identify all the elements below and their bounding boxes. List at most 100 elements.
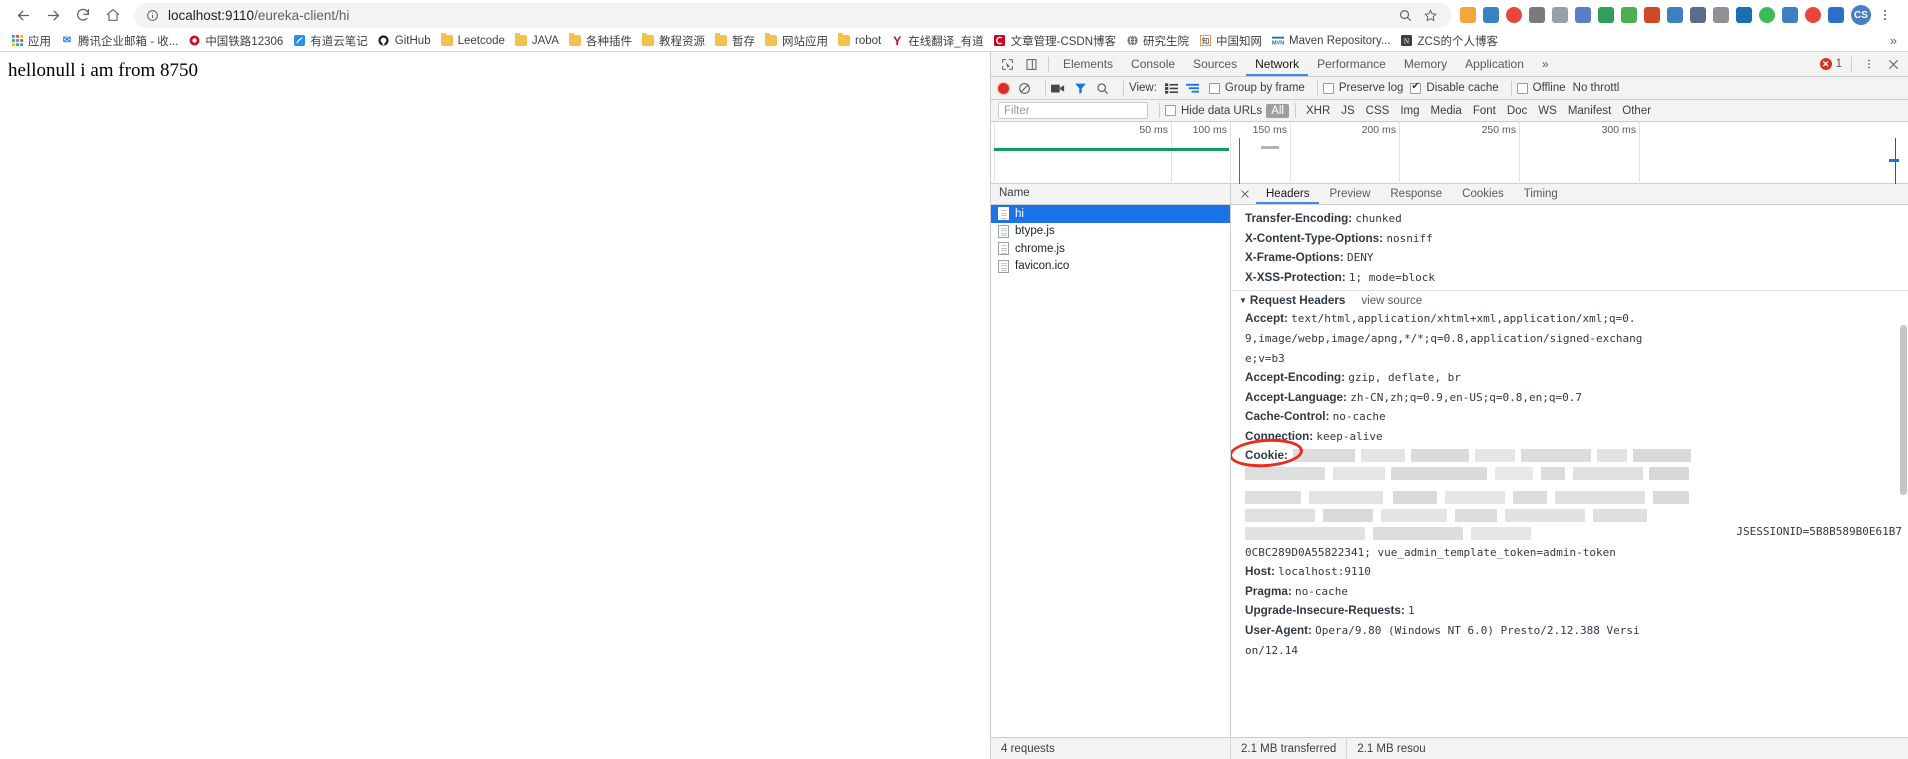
offline-checkbox[interactable]: Offline: [1516, 82, 1566, 94]
search-icon[interactable]: [1096, 82, 1109, 95]
address-bar[interactable]: localhost:9110/eureka-client/hi: [134, 2, 1452, 28]
bookmark-item[interactable]: 教程资源: [638, 31, 711, 51]
extension-icon-7[interactable]: [1598, 7, 1614, 23]
filter-type-all[interactable]: All: [1266, 103, 1289, 118]
view-waterfall-icon[interactable]: [1184, 80, 1202, 96]
bookmarks-overflow-button[interactable]: »: [1890, 33, 1901, 48]
close-icon[interactable]: [1881, 53, 1905, 75]
filter-type-css[interactable]: CSS: [1361, 104, 1395, 118]
tab-application[interactable]: Application: [1456, 52, 1533, 76]
detail-scrollbar[interactable]: [1899, 205, 1908, 737]
close-detail-icon[interactable]: [1234, 184, 1256, 204]
kebab-menu-icon[interactable]: [1857, 53, 1881, 75]
request-row-btype[interactable]: btype.js: [991, 223, 1230, 241]
tab-elements[interactable]: Elements: [1054, 52, 1122, 76]
request-row-chrome[interactable]: chrome.js: [991, 240, 1230, 258]
bookmark-item[interactable]: 各种插件: [565, 31, 638, 51]
network-overview-timeline[interactable]: 50 ms 100 ms 150 ms 200 ms 250 ms 300 ms: [991, 122, 1908, 184]
bookmark-item[interactable]: JAVA: [511, 33, 565, 49]
chrome-menu-icon[interactable]: [1878, 8, 1892, 22]
request-row-favicon[interactable]: favicon.ico: [991, 258, 1230, 276]
detail-tab-headers[interactable]: Headers: [1256, 184, 1320, 204]
preserve-log-checkbox[interactable]: Preserve log: [1322, 82, 1403, 94]
screenshot-camera-icon[interactable]: [1051, 83, 1065, 94]
request-row-hi[interactable]: hi: [991, 205, 1230, 223]
bookmark-item[interactable]: ✉ 腾讯企业邮箱 - 收...: [57, 31, 184, 51]
group-by-frame-checkbox[interactable]: Group by frame: [1208, 82, 1305, 94]
filter-input[interactable]: Filter: [998, 102, 1148, 119]
zoom-search-icon[interactable]: [1398, 8, 1413, 23]
extension-icon-8[interactable]: [1621, 7, 1637, 23]
bookmark-item[interactable]: N ZCS的个人博客: [1396, 31, 1504, 51]
detail-tab-response[interactable]: Response: [1380, 184, 1452, 204]
clear-button[interactable]: [1018, 82, 1031, 95]
filter-type-other[interactable]: Other: [1617, 104, 1656, 118]
extension-icon-11[interactable]: [1690, 7, 1706, 23]
bookmark-item[interactable]: 中国铁路12306: [184, 31, 289, 51]
more-tabs-button[interactable]: »: [1533, 52, 1558, 76]
extension-icon-17[interactable]: [1828, 7, 1844, 23]
extension-icon-6[interactable]: [1575, 7, 1591, 23]
filter-type-js[interactable]: JS: [1336, 104, 1359, 118]
record-button[interactable]: [998, 82, 1009, 94]
filter-type-ws[interactable]: WS: [1533, 104, 1562, 118]
filter-type-img[interactable]: Img: [1395, 104, 1424, 118]
filter-type-font[interactable]: Font: [1468, 104, 1501, 118]
extension-icon-12[interactable]: [1713, 7, 1729, 23]
bookmark-item[interactable]: 研究生院: [1122, 31, 1195, 51]
extension-icon-16[interactable]: [1805, 7, 1821, 23]
tab-performance[interactable]: Performance: [1308, 52, 1395, 76]
inspect-element-icon[interactable]: [995, 53, 1019, 75]
back-button[interactable]: [8, 0, 38, 30]
extension-icon-14[interactable]: [1759, 7, 1775, 23]
detail-tab-preview[interactable]: Preview: [1319, 184, 1380, 204]
bookmark-item[interactable]: 有道云笔记: [289, 31, 374, 51]
extension-icon-9[interactable]: [1644, 7, 1660, 23]
bookmark-item[interactable]: robot: [834, 33, 887, 49]
extension-icon-3[interactable]: [1506, 7, 1522, 23]
detail-tab-timing[interactable]: Timing: [1514, 184, 1568, 204]
extension-icon-15[interactable]: [1782, 7, 1798, 23]
bookmark-item[interactable]: 网站应用: [761, 31, 834, 51]
filter-type-manifest[interactable]: Manifest: [1563, 104, 1616, 118]
profile-avatar[interactable]: CS: [1851, 5, 1871, 25]
scrollbar-thumb[interactable]: [1900, 325, 1907, 495]
error-count-badge[interactable]: ✕ 1: [1819, 58, 1846, 70]
filter-type-xhr[interactable]: XHR: [1301, 104, 1335, 118]
tab-memory[interactable]: Memory: [1395, 52, 1456, 76]
device-toolbar-icon[interactable]: [1019, 53, 1043, 75]
detail-tab-cookies[interactable]: Cookies: [1452, 184, 1514, 204]
bookmark-item[interactable]: GitHub: [374, 33, 437, 49]
bookmark-item[interactable]: Leetcode: [437, 33, 511, 49]
view-source-link[interactable]: view source: [1361, 295, 1422, 307]
info-circle-icon[interactable]: [146, 9, 159, 22]
filter-type-doc[interactable]: Doc: [1502, 104, 1532, 118]
view-list-icon[interactable]: [1163, 80, 1181, 96]
request-column-header[interactable]: Name: [991, 184, 1230, 205]
hide-data-urls-checkbox[interactable]: Hide data URLs: [1165, 105, 1262, 117]
throttling-select[interactable]: No throttl: [1573, 82, 1620, 94]
bookmark-item[interactable]: Y 在线翻译_有道: [887, 31, 989, 51]
reload-button[interactable]: [68, 0, 98, 30]
extension-icon-13[interactable]: [1736, 7, 1752, 23]
extension-icon-4[interactable]: [1529, 7, 1545, 23]
extension-icon-2[interactable]: [1483, 7, 1499, 23]
tab-network[interactable]: Network: [1246, 52, 1309, 76]
bookmark-item[interactable]: 暂存: [711, 31, 761, 51]
filter-funnel-icon[interactable]: [1074, 82, 1087, 95]
bookmark-item[interactable]: 知 中国知网: [1195, 31, 1268, 51]
filter-type-media[interactable]: Media: [1426, 104, 1467, 118]
bookmark-item[interactable]: 应用: [7, 31, 57, 51]
extension-icon-1[interactable]: [1460, 7, 1476, 23]
extension-icon-5[interactable]: [1552, 7, 1568, 23]
bookmark-item[interactable]: 文章管理-CSDN博客: [990, 31, 1122, 51]
disable-cache-checkbox[interactable]: Disable cache: [1410, 81, 1499, 94]
request-headers-section-title[interactable]: ▼ Request Headers view source: [1231, 290, 1908, 309]
bookmark-star-icon[interactable]: [1423, 8, 1438, 23]
forward-button[interactable]: [38, 0, 68, 30]
bookmark-item[interactable]: MVN Maven Repository...: [1268, 33, 1396, 49]
extension-icon-10[interactable]: [1667, 7, 1683, 23]
tab-console[interactable]: Console: [1122, 52, 1184, 76]
home-button[interactable]: [98, 0, 128, 30]
tab-sources[interactable]: Sources: [1184, 52, 1246, 76]
